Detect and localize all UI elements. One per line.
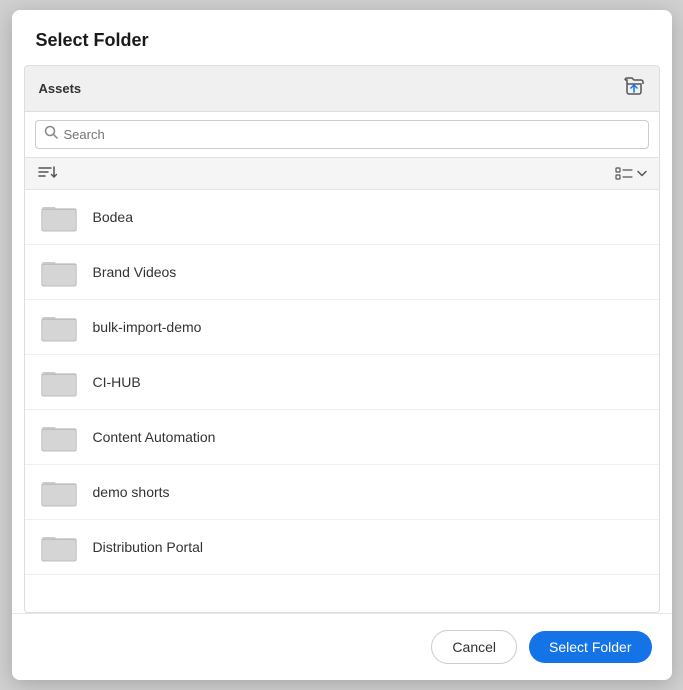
- dialog-footer: Cancel Select Folder: [12, 613, 672, 680]
- select-folder-button[interactable]: Select Folder: [529, 631, 651, 663]
- folder-icon: [41, 477, 77, 507]
- view-controls[interactable]: [615, 167, 647, 181]
- panel-header-label: Assets: [39, 81, 82, 96]
- folder-icon: [41, 532, 77, 562]
- dialog-overlay: Select Folder Assets: [0, 0, 683, 690]
- folder-item[interactable]: Brand Videos: [25, 245, 659, 300]
- search-bar: [25, 112, 659, 158]
- search-input-wrapper: [35, 120, 649, 149]
- cancel-button[interactable]: Cancel: [431, 630, 517, 664]
- search-input[interactable]: [64, 127, 640, 142]
- folder-upload-icon[interactable]: [623, 76, 645, 101]
- dialog-title: Select Folder: [12, 10, 672, 65]
- folder-item[interactable]: Bodea: [25, 190, 659, 245]
- sort-icon[interactable]: [37, 164, 57, 183]
- folder-item[interactable]: CI-HUB: [25, 355, 659, 410]
- folder-list: Bodea Brand Videos bulk-import-demo: [25, 190, 659, 612]
- assets-panel: Assets: [24, 65, 660, 613]
- folder-icon: [41, 367, 77, 397]
- folder-name: Bodea: [93, 209, 133, 225]
- folder-name: Brand Videos: [93, 264, 177, 280]
- folder-name: Distribution Portal: [93, 539, 204, 555]
- folder-item[interactable]: bulk-import-demo: [25, 300, 659, 355]
- panel-header: Assets: [25, 66, 659, 112]
- toolbar: [25, 158, 659, 190]
- folder-item[interactable]: demo shorts: [25, 465, 659, 520]
- search-icon: [44, 125, 58, 144]
- folder-name: Content Automation: [93, 429, 216, 445]
- folder-name: bulk-import-demo: [93, 319, 202, 335]
- folder-icon: [41, 312, 77, 342]
- folder-name: demo shorts: [93, 484, 170, 500]
- folder-icon: [41, 202, 77, 232]
- select-folder-dialog: Select Folder Assets: [12, 10, 672, 680]
- folder-item[interactable]: Content Automation: [25, 410, 659, 465]
- folder-icon: [41, 422, 77, 452]
- folder-item[interactable]: Distribution Portal: [25, 520, 659, 575]
- folder-name: CI-HUB: [93, 374, 141, 390]
- folder-icon: [41, 257, 77, 287]
